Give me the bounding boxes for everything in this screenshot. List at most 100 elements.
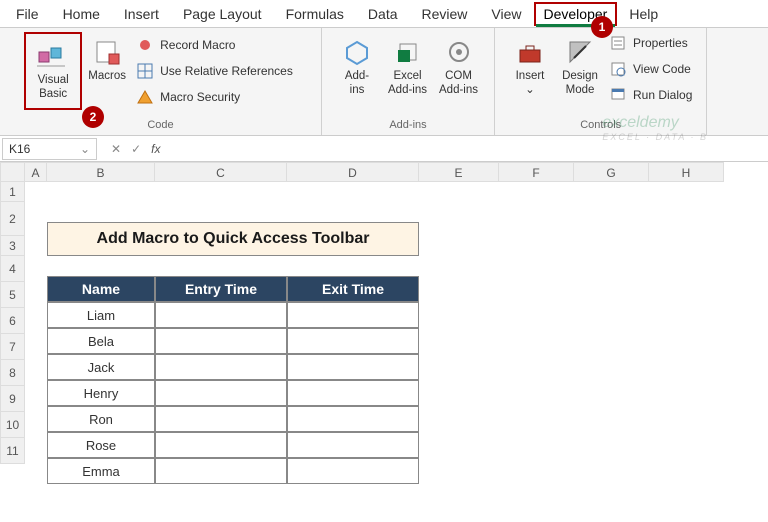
exit-cell-4[interactable] [287, 406, 419, 432]
com-addins-icon [443, 36, 475, 68]
select-all-corner[interactable] [0, 162, 25, 182]
row-header-5[interactable]: 5 [0, 282, 25, 308]
use-relative-button[interactable]: Use Relative References [132, 60, 297, 82]
entry-cell-0[interactable] [155, 302, 287, 328]
tab-help[interactable]: Help [617, 2, 670, 26]
row-header-4[interactable]: 4 [0, 256, 25, 282]
entry-cell-4[interactable] [155, 406, 287, 432]
com-addins-label: COMAdd-ins [439, 70, 478, 98]
col-header-H[interactable]: H [649, 162, 724, 182]
exit-cell-1[interactable] [287, 328, 419, 354]
group-code-label: Code [147, 117, 173, 133]
run-dialog-label: Run Dialog [633, 88, 692, 102]
addins-icon [341, 36, 373, 68]
callout-1: 1 [591, 16, 613, 38]
row-header-3[interactable]: 3 [0, 236, 25, 256]
excel-addins-button[interactable]: ExcelAdd-ins [382, 32, 433, 102]
tab-formulas[interactable]: Formulas [274, 2, 356, 26]
tab-view[interactable]: View [479, 2, 533, 26]
exit-cell-3[interactable] [287, 380, 419, 406]
use-relative-label: Use Relative References [160, 64, 293, 78]
toolbox-icon [514, 36, 546, 68]
header-name[interactable]: Name [47, 276, 155, 302]
addins-button[interactable]: Add-ins [332, 32, 382, 102]
run-dialog-button[interactable]: Run Dialog [605, 84, 696, 106]
exit-cell-6[interactable] [287, 458, 419, 484]
col-header-G[interactable]: G [574, 162, 649, 182]
row-header-10[interactable]: 10 [0, 412, 25, 438]
properties-label: Properties [633, 36, 688, 50]
row-header-11[interactable]: 11 [0, 438, 25, 464]
name-cell-5[interactable]: Rose [47, 432, 155, 458]
grid-icon [136, 62, 154, 80]
properties-button[interactable]: Properties [605, 32, 696, 54]
tab-insert[interactable]: Insert [112, 2, 171, 26]
name-cell-0[interactable]: Liam [47, 302, 155, 328]
group-code: VisualBasic Macros Record Macro Use Rela… [0, 28, 322, 135]
excel-addins-label: ExcelAdd-ins [388, 70, 427, 98]
entry-cell-5[interactable] [155, 432, 287, 458]
exit-cell-5[interactable] [287, 432, 419, 458]
entry-cell-1[interactable] [155, 328, 287, 354]
row-header-1[interactable]: 1 [0, 182, 25, 202]
macro-security-button[interactable]: Macro Security [132, 86, 297, 108]
group-addins: Add-ins ExcelAdd-ins COMAdd-ins Add-ins [322, 28, 495, 135]
col-header-C[interactable]: C [155, 162, 287, 182]
row-header-6[interactable]: 6 [0, 308, 25, 334]
view-code-label: View Code [633, 62, 691, 76]
entry-cell-3[interactable] [155, 380, 287, 406]
record-macro-button[interactable]: Record Macro [132, 34, 297, 56]
tab-pagelayout[interactable]: Page Layout [171, 2, 274, 26]
tab-file[interactable]: File [4, 2, 51, 26]
name-box-value: K16 [9, 142, 30, 156]
com-addins-button[interactable]: COMAdd-ins [433, 32, 484, 102]
tab-home[interactable]: Home [51, 2, 112, 26]
addins-label: Add-ins [345, 70, 369, 98]
group-addins-label: Add-ins [389, 117, 426, 133]
worksheet[interactable]: ABCDEFGH 1234567891011 Add Macro to Quic… [0, 162, 768, 182]
check-icon[interactable]: ✓ [131, 142, 141, 156]
col-header-B[interactable]: B [47, 162, 155, 182]
visual-basic-label: VisualBasic [38, 74, 69, 102]
insert-button[interactable]: Insert⌄ [505, 32, 555, 106]
name-cell-3[interactable]: Henry [47, 380, 155, 406]
entry-cell-2[interactable] [155, 354, 287, 380]
header-entry[interactable]: Entry Time [155, 276, 287, 302]
entry-cell-6[interactable] [155, 458, 287, 484]
row-header-7[interactable]: 7 [0, 334, 25, 360]
name-cell-2[interactable]: Jack [47, 354, 155, 380]
exit-cell-2[interactable] [287, 354, 419, 380]
view-code-button[interactable]: View Code [605, 58, 696, 80]
cancel-icon[interactable]: ✕ [111, 142, 121, 156]
name-cell-6[interactable]: Emma [47, 458, 155, 484]
col-header-F[interactable]: F [499, 162, 574, 182]
name-cell-1[interactable]: Bela [47, 328, 155, 354]
visual-basic-icon [37, 40, 69, 72]
row-header-9[interactable]: 9 [0, 386, 25, 412]
watermark: exceldemy EXCEL · DATA · B [602, 114, 708, 142]
col-header-D[interactable]: D [287, 162, 419, 182]
name-cell-4[interactable]: Ron [47, 406, 155, 432]
design-mode-label: DesignMode [562, 70, 598, 98]
name-box[interactable]: K16 ⌄ [2, 138, 97, 160]
row-header-2[interactable]: 2 [0, 202, 25, 236]
col-header-A[interactable]: A [25, 162, 47, 182]
row-header-8[interactable]: 8 [0, 360, 25, 386]
exit-cell-0[interactable] [287, 302, 419, 328]
tab-data[interactable]: Data [356, 2, 410, 26]
fx-area: ✕ ✓ fx [103, 142, 168, 156]
ribbon-tabs: File Home Insert Page Layout Formulas Da… [0, 0, 768, 28]
col-header-E[interactable]: E [419, 162, 499, 182]
record-macro-label: Record Macro [160, 38, 235, 52]
macros-icon [91, 36, 123, 68]
design-mode-icon [564, 36, 596, 68]
design-mode-button[interactable]: DesignMode [555, 32, 605, 106]
title-cell[interactable]: Add Macro to Quick Access Toolbar [47, 222, 419, 256]
tab-review[interactable]: Review [410, 2, 480, 26]
fx-icon[interactable]: fx [151, 142, 160, 156]
visual-basic-button[interactable]: VisualBasic [28, 36, 78, 106]
warning-icon [136, 88, 154, 106]
header-exit[interactable]: Exit Time [287, 276, 419, 302]
excel-addins-icon [392, 36, 424, 68]
macros-button[interactable]: Macros [82, 32, 132, 110]
